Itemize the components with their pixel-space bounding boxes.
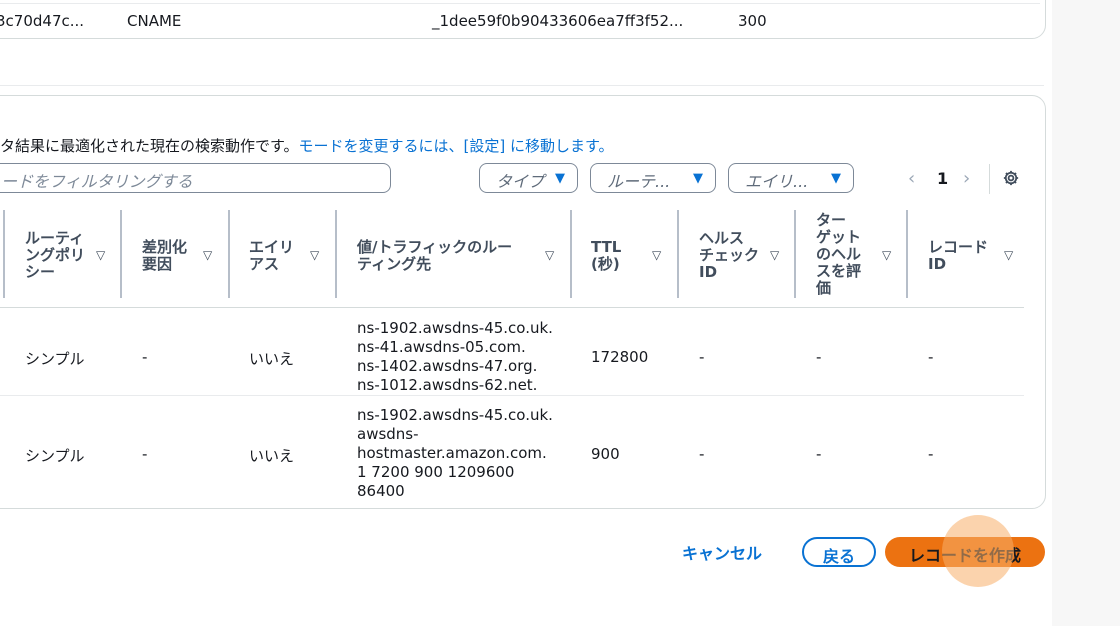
gear-icon[interactable] — [1002, 169, 1020, 191]
back-button[interactable]: 戻る — [802, 537, 876, 567]
filter-routing-dropdown[interactable]: ルーテ... ▼ — [590, 163, 716, 193]
table-header-divider — [0, 307, 1024, 308]
column-header-routing-policy[interactable]: ルーティ ングポリ シー — [25, 230, 85, 281]
record-filter-placeholder: ードをフィルタリングする — [1, 172, 193, 191]
cell-alias: いいえ — [249, 447, 295, 465]
section-divider — [0, 85, 1044, 86]
column-header-alias[interactable]: エイリ アス — [249, 239, 294, 273]
cell-ttl: 172800 — [591, 348, 649, 366]
column-header-label: ヘルス チェック ID — [699, 229, 760, 281]
search-mode-info-text: タ結果に最適化された現在の検索動作です。 — [0, 137, 299, 155]
row-divider — [0, 3, 1040, 4]
filter-type-dropdown[interactable]: タイプ ▼ — [479, 163, 578, 193]
cell-record-id: - — [928, 348, 934, 366]
caret-down-icon: ▼ — [555, 171, 565, 186]
value-line: hostmaster.amazon.com. — [357, 444, 547, 462]
column-header-label: ルーティ ングポリ シー — [25, 229, 86, 281]
filter-alias-label: エイリ... — [745, 172, 809, 191]
column-header-label: エイリ アス — [249, 238, 295, 273]
sort-caret-icon[interactable]: ▽ — [652, 248, 661, 262]
row-divider — [0, 395, 1024, 396]
column-separator[interactable] — [906, 210, 908, 298]
column-header-ttl[interactable]: TTL (秒) — [591, 239, 621, 273]
search-mode-info: タ結果に最適化された現在の検索動作です。モードを変更するには、[設定] に移動し… — [0, 135, 614, 156]
column-separator[interactable] — [570, 210, 572, 298]
value-line: ns-41.awsdns-05.com. — [357, 338, 526, 356]
cell-health-check-id: - — [699, 348, 705, 366]
column-header-label: レコード ID — [928, 238, 989, 273]
top-row-record-name: 3c70d47c... — [0, 12, 85, 30]
record-filter-input[interactable]: ードをフィルタリングする — [0, 163, 391, 193]
filter-type-label: タイプ — [496, 172, 545, 191]
filter-routing-label: ルーテ... — [607, 172, 671, 191]
sort-caret-icon[interactable]: ▽ — [96, 248, 105, 262]
top-row-type: CNAME — [127, 12, 182, 30]
cell-evaluate-health: - — [816, 445, 822, 463]
value-line: 86400 — [357, 482, 405, 500]
value-line: ns-1402.awsdns-47.org. — [357, 357, 538, 375]
cell-routing-policy: シンプル — [25, 350, 85, 368]
column-separator[interactable] — [228, 210, 230, 298]
cell-evaluate-health: - — [816, 348, 822, 366]
create-record-button-label: レコードを作成 — [908, 546, 1021, 565]
column-header-health-check-id[interactable]: ヘルス チェック ID — [699, 230, 759, 281]
chevron-left-icon[interactable]: ‹ — [908, 168, 915, 189]
value-line: awsdns- — [357, 425, 419, 443]
cell-value: ns-1902.awsdns-45.co.uk. awsdns- hostmas… — [357, 406, 553, 501]
column-separator[interactable] — [120, 210, 122, 298]
column-separator[interactable] — [335, 210, 337, 298]
back-button-label: 戻る — [822, 547, 855, 566]
column-separator[interactable] — [3, 210, 5, 298]
cell-value: ns-1902.awsdns-45.co.uk. ns-41.awsdns-05… — [357, 319, 553, 395]
cell-differentiator: - — [142, 445, 148, 463]
filter-alias-dropdown[interactable]: エイリ... ▼ — [728, 163, 854, 193]
column-separator[interactable] — [677, 210, 679, 298]
column-header-label: 値/トラフィックのルー ティング先 — [357, 238, 513, 273]
sort-caret-icon[interactable]: ▽ — [203, 248, 212, 262]
settings-link[interactable]: モードを変更するには、[設定] に移動します。 — [299, 137, 614, 155]
column-header-evaluate-health[interactable]: ター ゲット のヘル スを評 価 — [816, 212, 861, 297]
column-header-differentiator[interactable]: 差別化 要因 — [142, 239, 187, 273]
cell-health-check-id: - — [699, 445, 705, 463]
value-line: ns-1902.awsdns-45.co.uk. — [357, 319, 553, 337]
sort-caret-icon[interactable]: ▽ — [545, 248, 554, 262]
sort-caret-icon[interactable]: ▽ — [770, 248, 779, 262]
sort-caret-icon[interactable]: ▽ — [1004, 248, 1013, 262]
current-page-number[interactable]: 1 — [937, 169, 948, 188]
page-scrollbar[interactable] — [1052, 0, 1120, 626]
column-separator[interactable] — [794, 210, 796, 298]
cell-record-id: - — [928, 445, 934, 463]
pager-separator — [989, 164, 990, 194]
caret-down-icon: ▼ — [693, 171, 703, 186]
create-record-button[interactable]: レコードを作成 — [885, 537, 1045, 567]
cancel-button[interactable]: キャンセル — [682, 540, 762, 564]
top-row-ttl: 300 — [738, 12, 767, 30]
cell-routing-policy: シンプル — [25, 447, 85, 465]
column-header-label: ター ゲット のヘル スを評 価 — [816, 211, 862, 297]
value-line: 1 7200 900 1209600 — [357, 463, 515, 481]
caret-down-icon: ▼ — [831, 171, 841, 186]
chevron-right-icon[interactable]: › — [963, 168, 970, 189]
sort-caret-icon[interactable]: ▽ — [310, 248, 319, 262]
top-row-value: _1dee59f0b90433606ea7ff3f52... — [432, 12, 684, 30]
value-line: ns-1012.awsdns-62.net. — [357, 376, 538, 394]
column-header-label: 差別化 要因 — [142, 238, 188, 273]
cell-ttl: 900 — [591, 445, 620, 463]
column-header-label: TTL (秒) — [591, 238, 622, 273]
sort-caret-icon[interactable]: ▽ — [882, 248, 891, 262]
cell-differentiator: - — [142, 348, 148, 366]
column-header-value[interactable]: 値/トラフィックのルー ティング先 — [357, 239, 512, 273]
column-header-record-id[interactable]: レコード ID — [928, 239, 988, 273]
value-line: ns-1902.awsdns-45.co.uk. — [357, 406, 553, 424]
cell-alias: いいえ — [249, 350, 295, 368]
